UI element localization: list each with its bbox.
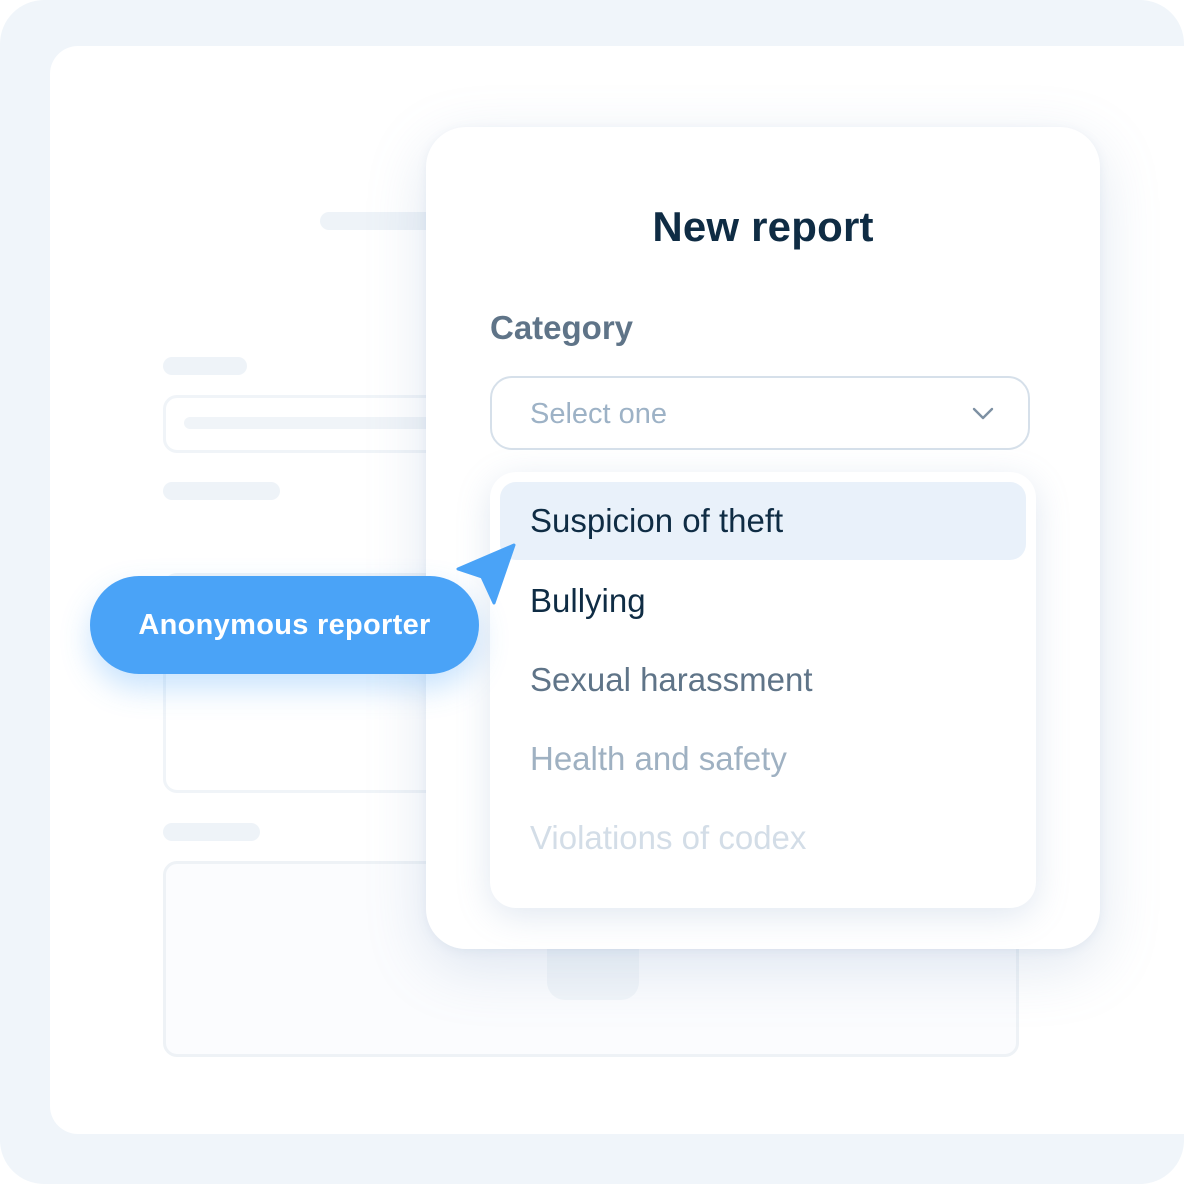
new-report-card: New report Category Select one Suspicion… xyxy=(426,127,1100,949)
skeleton-input-box xyxy=(163,395,469,453)
page-title: New report xyxy=(652,203,874,250)
option-label: Violations of codex xyxy=(530,819,807,856)
dropdown-option-violations-of-codex[interactable]: Violations of codex xyxy=(500,799,1026,877)
option-label: Sexual harassment xyxy=(530,661,813,698)
chevron-down-icon xyxy=(972,402,994,424)
skeleton-label-bar xyxy=(163,357,247,375)
option-label: Suspicion of theft xyxy=(530,502,784,539)
dropdown-option-bullying[interactable]: Bullying xyxy=(500,562,1026,640)
skeleton-label-bar xyxy=(163,823,260,841)
category-select[interactable]: Select one xyxy=(490,376,1030,450)
pointer-arrow-icon xyxy=(456,543,516,605)
dropdown-option-sexual-harassment[interactable]: Sexual harassment xyxy=(500,641,1026,719)
category-dropdown-menu: Suspicion of theft Bullying Sexual haras… xyxy=(490,472,1036,908)
select-placeholder: Select one xyxy=(530,398,668,430)
skeleton-input-line xyxy=(184,417,454,429)
dropdown-option-health-and-safety[interactable]: Health and safety xyxy=(500,720,1026,798)
option-label: Health and safety xyxy=(530,740,787,777)
option-label: Bullying xyxy=(530,582,646,619)
category-label: Category xyxy=(490,309,634,346)
dropdown-option-suspicion-of-theft[interactable]: Suspicion of theft xyxy=(500,482,1026,560)
anonymous-reporter-badge: Anonymous reporter xyxy=(90,576,479,674)
skeleton-label-bar xyxy=(163,482,280,500)
